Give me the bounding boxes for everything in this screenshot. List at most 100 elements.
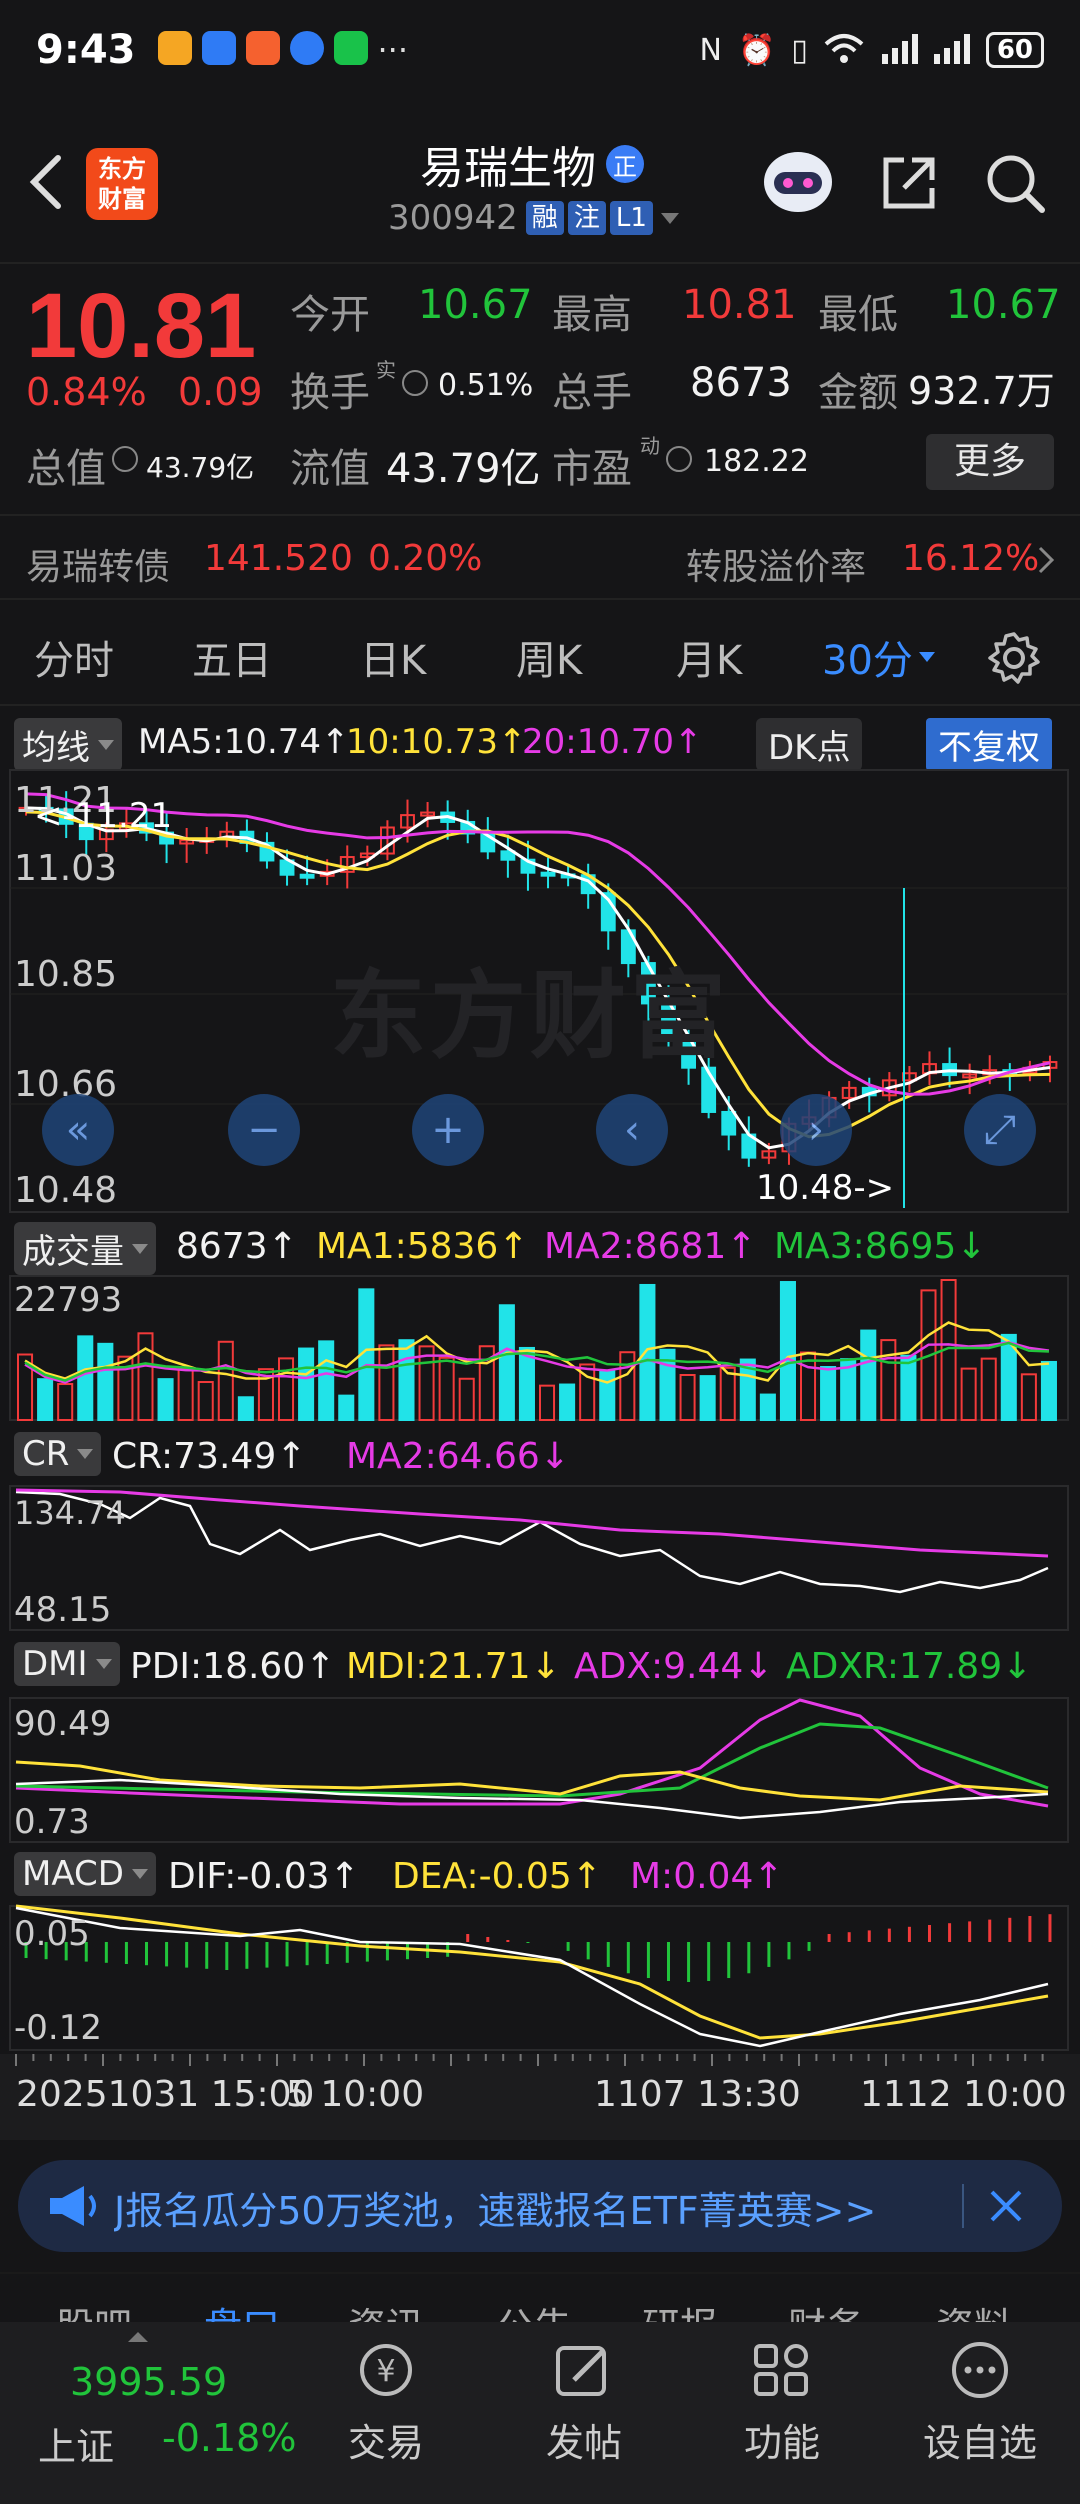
pe-sup: 动	[640, 434, 660, 458]
nav-post[interactable]: 发帖	[504, 2340, 664, 2467]
volume-svg	[9, 1275, 1069, 1422]
macd-dea-line	[15, 1904, 1049, 2040]
dmi-selector[interactable]: DMI	[14, 1642, 120, 1686]
volume-bar	[880, 1339, 897, 1421]
scroll-right-icon[interactable]: ›	[780, 1094, 852, 1166]
kline-high-marker-value: 11.21	[74, 796, 173, 836]
cr-ma2: MA2:64.66↓	[346, 1436, 570, 1477]
dmi-frame	[9, 1697, 1069, 1843]
nfc-icon: N	[699, 32, 722, 68]
subtab-news[interactable]: 资讯	[348, 2296, 424, 2322]
nav-function[interactable]: 功能	[702, 2340, 862, 2467]
rong-badge: 融	[525, 201, 564, 235]
tab-monthly-k[interactable]: 月K	[676, 628, 742, 686]
volume-bar	[980, 1357, 997, 1421]
mktcap-info-icon[interactable]	[112, 446, 138, 472]
volume-label: 总手	[552, 370, 632, 416]
dmi-adxr-line	[15, 1722, 1049, 1798]
tab-30min[interactable]: 30分	[822, 628, 935, 686]
index-widget[interactable]: 3995.59 上证 -0.18%	[20, 2332, 300, 2478]
subtab-research[interactable]: 研报	[642, 2296, 718, 2322]
app-logo[interactable]: 东方 财富	[86, 148, 158, 220]
float-label: 流值	[290, 446, 370, 492]
signal-icon-2	[932, 32, 972, 68]
volume-bar	[37, 1378, 54, 1421]
dk-point-button[interactable]: DK点	[756, 718, 863, 771]
app-grid-notify-icon	[245, 31, 280, 65]
tab-30min-label: 30分	[822, 638, 913, 684]
tab-daily-k[interactable]: 日K	[360, 628, 426, 686]
app-notify-icon	[157, 31, 192, 65]
nav-trade[interactable]: ¥ 交易	[306, 2340, 466, 2467]
volume-panel[interactable]: 成交量 8673↑ MA1:5836↑ MA2:8681↑ MA3:8695↓ …	[0, 1218, 1080, 1424]
macd-dif: DIF:-0.03↑	[168, 1856, 360, 1897]
stock-name: 易瑞生物	[420, 143, 596, 194]
robot-assistant-icon[interactable]	[760, 146, 836, 216]
volume-bar	[1040, 1360, 1057, 1421]
zoom-out-icon[interactable]: −	[228, 1094, 300, 1166]
subtab-pankou[interactable]: 盘口	[204, 2296, 280, 2322]
tab-five-day[interactable]: 五日	[192, 628, 272, 686]
nav-set-favorite[interactable]: 设自选	[900, 2340, 1060, 2467]
cr-selector[interactable]: CR	[14, 1432, 102, 1476]
volume-bar	[639, 1283, 656, 1421]
bond-name: 易瑞转债	[26, 547, 171, 588]
volume-selector[interactable]: 成交量	[14, 1222, 156, 1275]
banner-close-icon[interactable]	[984, 2184, 1028, 2232]
kline-watermark: 东方财富	[330, 960, 730, 1072]
promo-banner[interactable]: J报名瓜分50万奖池，速戳报名ETF菁英赛>>	[18, 2160, 1062, 2252]
macd-selector[interactable]: MACD	[14, 1852, 156, 1896]
volume-bar	[338, 1394, 355, 1421]
search-icon[interactable]	[984, 152, 1048, 216]
cr-panel[interactable]: CR CR:73.49↑ MA2:64.66↓ 134.74 48.15	[0, 1428, 1080, 1634]
fullscreen-icon[interactable]: ⤢	[964, 1094, 1036, 1166]
kline-low-marker: 10.48->	[756, 1168, 895, 1208]
header: 东方 财富 易瑞生物 正 300942 融 注 L1	[0, 100, 1080, 260]
macd-panel[interactable]: MACD DIF:-0.03↑ DEA:-0.05↑ M:0.04↑ 0.05 …	[0, 1848, 1080, 2054]
status-bar: 9:43 ··· N ⏰ ▯ 60	[0, 0, 1080, 100]
subtab-profile[interactable]: 资料	[936, 2296, 1012, 2322]
alarm-icon: ⏰	[737, 32, 776, 68]
current-price: 10.81	[26, 275, 257, 377]
wechat-notify-icon	[333, 31, 368, 65]
bottom-nav: 3995.59 上证 -0.18% ¥ 交易 发帖 功能 设自选	[0, 2322, 1080, 2504]
ma10-value: 10:10.73↑	[346, 722, 527, 762]
share-icon[interactable]	[878, 152, 940, 214]
kline-y-3: 10.85	[14, 954, 118, 995]
kline-high-marker: <-11.21	[34, 796, 173, 836]
tab-30min-dropdown-icon	[918, 652, 935, 662]
no-adjust-button[interactable]: 不复权	[926, 718, 1052, 771]
tab-weekly-k[interactable]: 周K	[516, 628, 582, 686]
turnover-info-icon[interactable]	[402, 370, 428, 396]
subtab-guba[interactable]: 股吧	[56, 2296, 132, 2322]
pe-info-icon[interactable]	[666, 446, 692, 472]
dmi-mdi: MDI:21.71↓	[346, 1646, 561, 1687]
volume-value: 8673	[690, 360, 792, 406]
pe-value: 182.22	[704, 444, 809, 479]
convertible-bond-bar[interactable]: 易瑞转债 141.520 0.20% 转股溢价率 16.12%	[0, 514, 1080, 600]
dmi-panel[interactable]: DMI PDI:18.60↑ MDI:21.71↓ ADX:9.44↓ ADXR…	[0, 1638, 1080, 1846]
subtab-notice[interactable]: 公告	[496, 2296, 572, 2322]
zoom-in-icon[interactable]: +	[412, 1094, 484, 1166]
volume-bar	[518, 1346, 535, 1421]
volume-bar	[398, 1339, 415, 1421]
tab-intraday[interactable]: 分时	[34, 628, 114, 686]
index-name: 上证	[38, 2425, 115, 2469]
scroll-left-double-icon[interactable]: «	[42, 1094, 114, 1166]
level-dropdown-icon[interactable]	[660, 212, 679, 224]
bond-pct: 0.20%	[368, 538, 483, 579]
ma-selector[interactable]: 均线	[14, 718, 122, 771]
subtab-finance[interactable]: 财务	[788, 2296, 864, 2322]
index-up-arrow-icon	[128, 2332, 148, 2342]
back-arrow-icon[interactable]	[20, 152, 70, 212]
volume-bar	[137, 1332, 154, 1421]
premium-value: 16.12%	[902, 538, 1040, 579]
kline-chart[interactable]: 东方财富 11.21 11.03 10.85 10.66 10.48 <-11.…	[0, 768, 1080, 1216]
scroll-left-icon[interactable]: ‹	[596, 1094, 668, 1166]
volume-bar	[378, 1344, 395, 1421]
volume-bar	[1020, 1373, 1037, 1421]
mail-notify-icon	[201, 31, 236, 65]
nav-post-label: 发帖	[545, 2421, 622, 2465]
settings-gear-icon[interactable]	[986, 630, 1042, 686]
more-button[interactable]: 更多	[926, 434, 1054, 490]
